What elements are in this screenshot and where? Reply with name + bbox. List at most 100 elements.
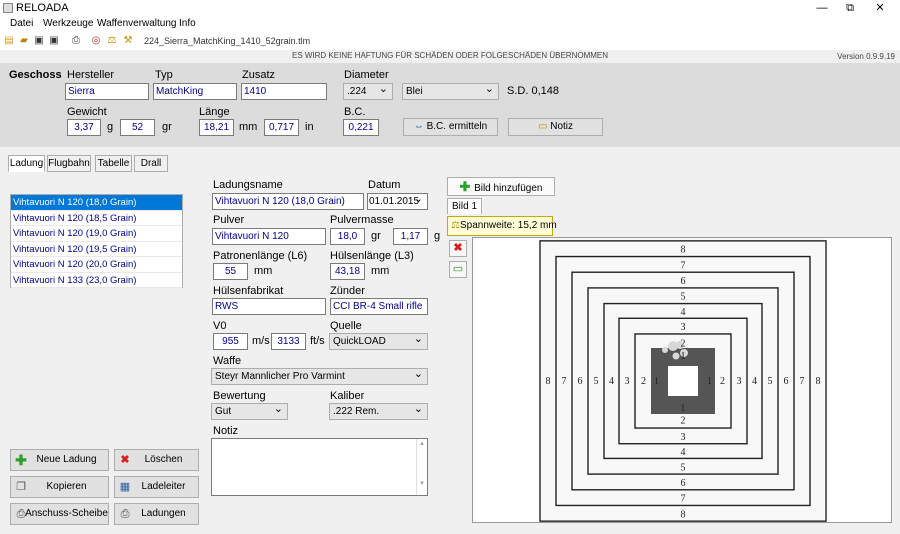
ring-label: 6 [578,376,583,387]
ring-label: 8 [681,245,686,256]
target-image[interactable]: 11112222333344445555666677778888 [472,237,892,523]
case-length-label: Hülsenlänge (L3) [330,250,414,262]
addition-label: Zusatz [242,69,276,81]
list-item[interactable]: Vihtavuori N 120 (18,0 Grain) [11,195,182,211]
copy-button[interactable]: ❐ Kopieren [10,476,109,498]
target-print-button[interactable]: ⎙ Anschuss-Scheibe [10,503,109,525]
target-icon[interactable]: ◎ [90,35,102,47]
cartridge-length-label: Patronenlänge (L6) [213,250,308,262]
tab-tabelle[interactable]: Tabelle [95,155,132,172]
primer-field[interactable]: CCI BR-4 Small rifle [330,298,428,315]
length-in-field[interactable]: 0,717 [264,119,299,136]
source-label: Quelle [330,320,362,332]
type-field[interactable]: MatchKing [153,83,237,100]
spread-badge: ⚖Spannweite: 15,2 mm [447,216,557,236]
cartridge-length-field[interactable]: 55 [213,263,248,280]
powder-mass-label: Pulvermasse [330,214,394,226]
unit-mm-label: mm [239,121,258,133]
powder-mass-grain-field[interactable]: 18,0 [330,228,365,245]
ring-label: 5 [681,462,686,473]
bc-field[interactable]: 0,221 [343,119,379,136]
measure-icon: ⚖ [451,220,460,231]
load-list[interactable]: Vihtavuori N 120 (18,0 Grain) Vihtavuori… [10,194,183,288]
save-icon[interactable]: ▣ [33,35,45,47]
weight-grain-field[interactable]: 52 [120,119,155,136]
add-image-button[interactable]: ✚ Bild hinzufügen [447,177,555,196]
bc-determine-button[interactable]: ⇔ B.C. ermitteln [403,118,498,136]
ring-label: 3 [681,432,686,443]
ring-label: 3 [681,322,686,333]
save-as-icon[interactable]: ▣ [48,35,60,47]
minimize-button[interactable]: — [808,0,836,16]
open-folder-icon[interactable]: ▰ [18,35,30,47]
tab-flugbahn[interactable]: Flugbahn [47,155,91,172]
ring-label: 6 [681,478,686,489]
date-picker[interactable]: 01.01.2015 [367,193,428,210]
delete-image-icon[interactable]: ✖ [449,240,467,257]
spread-value: Spannweite: 15,2 mm [459,220,557,231]
addition-field[interactable]: 1410 [241,83,327,100]
menu-waffenverwaltung[interactable]: Waffenverwaltung [97,18,177,29]
unit-ms-label: m/s [252,335,270,347]
list-item[interactable]: Vihtavuori N 120 (20,0 Grain) [11,257,182,273]
target-drawing: 111 1222 2333 3444 4555 5666 6777 7888 8 [539,238,827,522]
ring-label: 5 [768,376,773,387]
load-name-field[interactable]: Vihtavuori N 120 (18,0 Grain) [212,193,364,210]
file-name: 224_Sierra_MatchKing_1410_52grain.tlm [144,36,311,46]
tool-icon[interactable]: ⚒ [122,35,134,47]
note-icon: ▭ [537,121,551,132]
case-brand-field[interactable]: RWS [212,298,326,315]
new-load-button[interactable]: ✚ Neue Ladung [10,449,109,471]
length-mm-field[interactable]: 18,21 [199,119,234,136]
ring-label: 2 [681,416,686,427]
list-item[interactable]: Vihtavuori N 120 (19,0 Grain) [11,226,182,242]
tab-drall[interactable]: Drall [134,155,168,172]
ring-label: 6 [784,376,789,387]
v0-label: V0 [213,320,227,332]
caliber-select[interactable]: .222 Rem. [329,403,428,420]
manufacturer-field[interactable]: Sierra [65,83,149,100]
bullet-section-title: Geschoss [9,69,62,81]
new-file-icon[interactable]: ▤ [3,35,15,47]
restore-button[interactable]: ⧉ [836,0,864,16]
v0-ms-field[interactable]: 955 [213,333,248,350]
unit-in-label: in [305,121,314,133]
powder-field[interactable]: Vihtavuori N 120 [212,228,326,245]
unit-gr-label: gr [371,230,381,242]
scale-icon[interactable]: ⚖ [106,35,118,47]
note-button[interactable]: ▭ Notiz [508,118,603,136]
loads-print-button[interactable]: ⎙ Ladungen [114,503,199,525]
list-item[interactable]: Vihtavuori N 120 (18,5 Grain) [11,211,182,226]
powder-mass-gram-field[interactable]: 1,17 [393,228,428,245]
diameter-select[interactable]: .224 [343,83,393,100]
list-item[interactable]: Vihtavuori N 133 (23,0 Grain) [11,273,182,288]
list-item[interactable]: Vihtavuori N 120 (19,5 Grain) [11,242,182,257]
powder-label: Pulver [213,214,245,226]
add-image-label: Bild hinzufügen [474,183,543,194]
unit-mm-label: mm [371,265,390,277]
app-icon [3,3,13,13]
ring-label: 4 [681,447,686,458]
menu-bar: Datei Werkzeuge Waffenverwaltung Info [0,16,900,32]
notes-textarea[interactable] [211,438,428,496]
v0-fts-field[interactable]: 3133 [271,333,306,350]
weight-grams-field[interactable]: 3,37 [67,119,101,136]
menu-info[interactable]: Info [179,18,196,29]
rating-select[interactable]: Gut [211,403,288,420]
delete-button[interactable]: ✖ Löschen [114,449,199,471]
tab-ladung[interactable]: Ladung [8,155,45,172]
image-tab-1[interactable]: Bild 1 [447,198,482,214]
menu-datei[interactable]: Datei [10,18,33,29]
ring-label: 1 [654,376,659,387]
source-select[interactable]: QuickLOAD [329,333,428,350]
close-button[interactable]: ✕ [866,0,894,16]
menu-werkzeuge[interactable]: Werkzeuge [43,18,93,29]
case-length-field[interactable]: 43,18 [330,263,365,280]
edit-image-icon[interactable]: ▭ [449,261,467,278]
print-icon[interactable]: ⎙ [70,35,82,47]
ladder-button[interactable]: ▦ Ladeleiter [114,476,199,498]
notes-scrollbar[interactable]: ▴ ▾ [416,439,427,495]
case-brand-label: Hülsenfabrikat [213,285,284,297]
weapon-select[interactable]: Steyr Mannlicher Pro Varmint [211,368,428,385]
material-select[interactable]: Blei [402,83,499,100]
